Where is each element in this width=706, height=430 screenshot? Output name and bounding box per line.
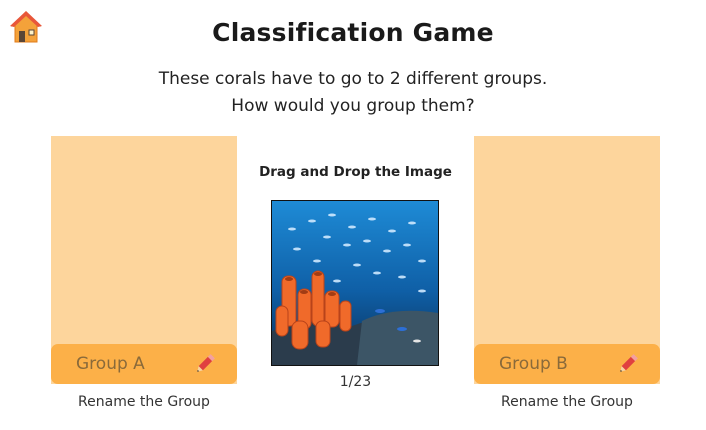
group-b-name-bar[interactable]: Group B [474,344,660,384]
group-b-drop-zone[interactable]: Group B [474,136,660,384]
drag-instruction: Drag and Drop the Image [259,164,452,180]
group-b-name[interactable]: Group B [499,354,616,374]
pencil-icon[interactable] [616,352,640,376]
rename-group-a-link[interactable]: Rename the Group [51,394,237,410]
subtitle-line-1: These corals have to go to 2 different g… [158,69,548,89]
group-a-name[interactable]: Group A [76,354,193,374]
pencil-icon[interactable] [193,352,217,376]
page-subtitle: These corals have to go to 2 different g… [0,66,706,120]
subtitle-line-2: How would you group them? [231,96,475,116]
coral-image-card[interactable] [271,200,439,366]
group-a-drop-zone[interactable]: Group A [51,136,237,384]
page-title: Classification Game [212,18,494,47]
image-counter: 1/23 [339,374,372,390]
group-a-name-bar[interactable]: Group A [51,344,237,384]
rename-group-b-link[interactable]: Rename the Group [474,394,660,410]
